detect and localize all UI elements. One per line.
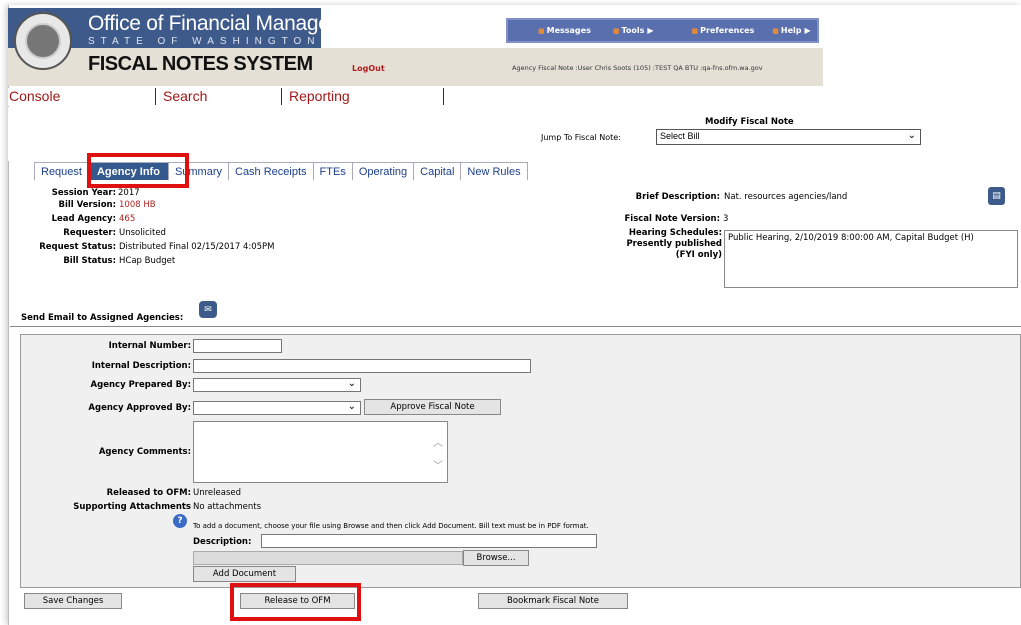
org-title: Office of Financial Management [88,12,376,35]
bookmark-fiscal-note-button[interactable]: Bookmark Fiscal Note [478,593,628,609]
tab-new-rules[interactable]: New Rules [460,162,528,180]
agency-prepared-by-label: Agency Prepared By: [90,380,191,390]
supporting-attachments-label: Supporting Attachments [73,502,191,512]
nav-divider [443,88,444,105]
highlight-release-button [230,583,361,621]
file-path-field[interactable] [193,551,463,565]
chevron-down-icon: ⌄ [907,130,916,141]
internal-number-label: Internal Number: [108,341,191,351]
fyi-only-label: (FYI only) [675,250,722,260]
internal-number-input[interactable] [193,339,282,353]
chevron-down-icon: ⌄ [347,401,356,412]
menu-label: Messages [546,26,591,35]
session-year-value: 2017 [118,188,140,198]
description-label: Description: [193,537,252,547]
approve-fiscal-note-button[interactable]: Approve Fiscal Note [364,399,501,415]
nav-divider [155,88,156,105]
bill-version-label: Bill Version: [58,200,116,210]
divider [10,326,1021,327]
hearing-schedules-label: Hearing Schedules: [628,228,722,238]
agency-approved-by-select[interactable]: ⌄ [193,401,361,415]
scroll-down-icon[interactable]: ﹀ [433,457,443,472]
request-status-value: Distributed Final 02/15/2017 4:05PM [119,242,275,252]
top-menu: ■ Messages ■ Tools ▶ ■ Preferences ■ Help ▶ [506,18,819,43]
bullet-icon: ■ [612,26,620,35]
brief-description-value: Nat. resources agencies/land [724,192,848,202]
add-document-button[interactable]: Add Document [193,566,296,582]
internal-description-input[interactable] [193,359,531,373]
send-email-label: Send Email to Assigned Agencies: [21,313,184,323]
fiscal-note-version-label: Fiscal Note Version: [624,214,720,224]
supporting-attachments-value: No attachments [193,502,262,512]
menu-label: Tools [621,26,645,35]
agency-comments-label: Agency Comments: [98,447,191,457]
requester-value: Unsolicited [119,228,166,238]
hearing-schedules-box: Public Hearing, 2/10/2019 8:00:00 AM, Ca… [724,230,1018,288]
help-icon[interactable]: ? [173,514,187,528]
menu-label: Help [780,26,802,35]
description-input[interactable] [261,534,597,548]
add-document-hint: To add a document, choose your file usin… [193,522,589,530]
presently-published-label: Presently published [626,239,722,249]
bill-version-link[interactable]: 1008 HB [119,200,156,210]
brief-description-label: Brief Description: [635,192,720,202]
menu-label: Preferences [700,26,755,35]
nav-console[interactable]: Console [9,88,60,104]
system-title: FISCAL NOTES SYSTEM [88,53,313,75]
state-seal-logo [14,12,72,70]
tab-request[interactable]: Request [34,162,89,180]
hearing-schedule-item: Public Hearing, 2/10/2019 8:00:00 AM, Ca… [728,233,974,243]
lead-agency-link[interactable]: 465 [119,214,135,224]
nav-reporting[interactable]: Reporting [289,88,350,104]
org-subtitle: STATE OF WASHINGTON [88,36,321,47]
tab-operating[interactable]: Operating [351,162,415,180]
internal-description-label: Internal Description: [91,361,191,371]
tab-cash-receipts[interactable]: Cash Receipts [228,162,314,180]
bullet-icon: ■ [538,26,545,35]
menu-preferences[interactable]: ■ Preferences [692,26,755,35]
logout-link[interactable]: LogOut [352,64,385,73]
jump-to-fiscal-note-select[interactable]: Select Bill ⌄ [656,129,921,145]
session-year-label: Session Year: [20,188,116,198]
agency-approved-by-label: Agency Approved By: [88,403,191,413]
scroll-up-icon[interactable]: ︿ [433,434,443,449]
requester-label: Requester: [63,228,116,238]
document-icon[interactable]: ▤ [988,187,1005,205]
request-status-label: Request Status: [39,242,116,252]
bill-status-label: Bill Status: [63,256,116,266]
nav-search[interactable]: Search [163,88,207,104]
nav-divider [281,88,282,105]
jump-label: Jump To Fiscal Note: [541,133,621,142]
agency-prepared-by-select[interactable]: ⌄ [193,378,361,392]
caret-right-icon: ▶ [647,26,654,35]
menu-tools[interactable]: ■ Tools ▶ [613,26,654,35]
caret-right-icon: ▶ [804,26,811,35]
select-value: Select Bill [660,131,700,141]
tab-ftes[interactable]: FTEs [312,162,353,180]
fiscal-note-version-value: 3 [723,214,729,224]
agency-comments-textarea[interactable]: ︿ ﹀ [193,421,448,483]
bill-status-value: HCap Budget [119,256,176,266]
email-icon[interactable]: ✉ [199,301,217,318]
bullet-icon: ■ [772,26,779,35]
chevron-down-icon: ⌄ [347,378,356,389]
browse-button[interactable]: Browse... [463,550,529,566]
main-nav [8,88,1021,106]
page-title: Modify Fiscal Note [705,117,794,127]
bullet-icon: ■ [691,26,699,35]
agency-user-info: Agency Fiscal Note :User Chris Soots (10… [512,64,763,72]
released-to-ofm-value: Unreleased [193,488,241,498]
highlight-agency-info-tab [87,153,189,188]
released-to-ofm-label: Released to OFM: [106,488,191,498]
menu-messages[interactable]: ■ Messages [538,26,591,35]
save-changes-button[interactable]: Save Changes [24,593,122,609]
lead-agency-label: Lead Agency: [51,214,116,224]
menu-help[interactable]: ■ Help ▶ [772,26,810,35]
tab-capital[interactable]: Capital [413,162,462,180]
